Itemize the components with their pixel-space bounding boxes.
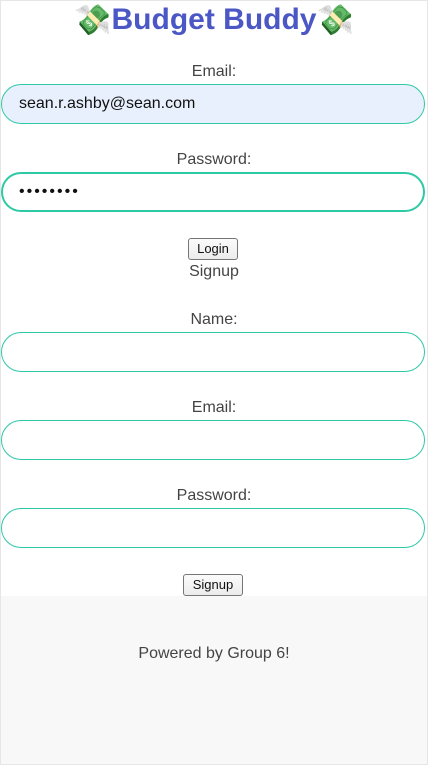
login-password-input[interactable] — [1, 172, 425, 212]
money-wings-icon: 💸 — [316, 4, 354, 37]
signup-name-label: Name: — [190, 311, 238, 328]
signup-heading: Signup — [189, 263, 239, 280]
signup-name-input[interactable] — [1, 332, 425, 372]
footer-text: Powered by Group 6! — [138, 645, 290, 662]
signup-password-label: Password: — [176, 487, 252, 504]
signup-email-label: Email: — [191, 399, 237, 416]
login-email-label: Email: — [191, 63, 237, 80]
login-button[interactable]: Login — [188, 238, 238, 260]
footer: Powered by Group 6! — [1, 596, 427, 764]
page-title: 💸Budget Buddy💸 — [0, 2, 428, 39]
login-password-label: Password: — [176, 151, 252, 168]
money-wings-icon: 💸 — [74, 4, 112, 37]
signup-password-input[interactable] — [1, 508, 425, 548]
app-title: Budget Buddy — [111, 3, 317, 36]
signup-button[interactable]: Signup — [183, 574, 243, 596]
login-email-input[interactable] — [1, 84, 425, 124]
signup-email-input[interactable] — [1, 420, 425, 460]
